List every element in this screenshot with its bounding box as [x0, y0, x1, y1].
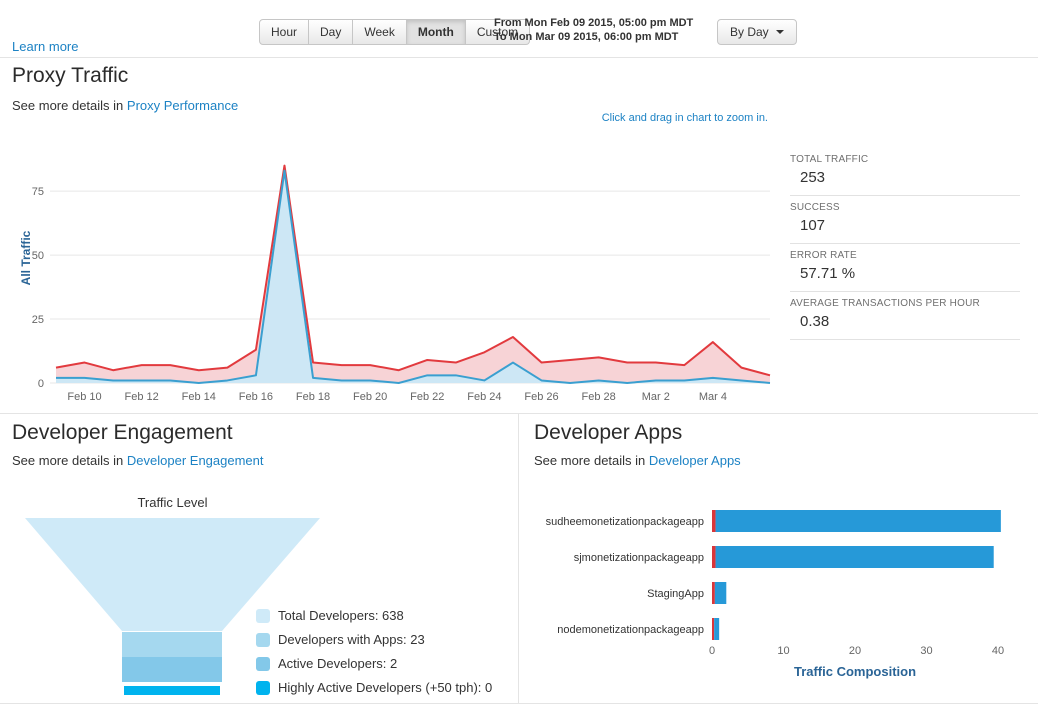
legend-item-developers-with-apps: Developers with Apps: 23: [256, 632, 492, 647]
developer-engagement-title: Developer Engagement: [12, 421, 233, 444]
svg-text:Feb 16: Feb 16: [239, 391, 273, 403]
stat-value: 253: [800, 169, 826, 186]
svg-text:Mar 2: Mar 2: [642, 391, 670, 403]
date-to: To Mon Mar 09 2015, 06:00 pm MDT: [494, 31, 679, 43]
range-button-day[interactable]: Day: [309, 19, 354, 45]
svg-text:Feb 28: Feb 28: [582, 391, 616, 403]
svg-text:Feb 14: Feb 14: [182, 391, 216, 403]
legend-swatch: [256, 608, 270, 623]
analytics-dashboard: Learn more Hour Day Week Month Custom Fr…: [0, 0, 1038, 717]
svg-text:Feb 18: Feb 18: [296, 391, 330, 403]
svg-text:Mar 4: Mar 4: [699, 391, 727, 403]
granularity-dropdown[interactable]: By Day: [717, 19, 797, 45]
legend-label: Developers with Apps: 23: [278, 632, 425, 647]
svg-text:All Traffic: All Traffic: [19, 230, 33, 285]
svg-text:Feb 10: Feb 10: [67, 391, 101, 403]
developer-apps-link[interactable]: Developer Apps: [649, 453, 741, 468]
subtitle-text: See more details in: [12, 98, 124, 113]
svg-text:Feb 22: Feb 22: [410, 391, 444, 403]
legend-swatch: [256, 656, 270, 671]
range-button-week[interactable]: Week: [353, 19, 407, 45]
subtitle-text: See more details in: [534, 453, 646, 468]
stat-value: 0.38: [800, 313, 830, 330]
date-range: From Mon Feb 09 2015, 05:00 pm MDT To Mo…: [494, 16, 693, 44]
svg-text:0: 0: [709, 645, 715, 657]
stat-error-rate: ERROR RATE 57.71 %: [790, 244, 1020, 292]
proxy-traffic-subtitle: See more details in Proxy Performance: [12, 98, 238, 113]
engagement-legend: Total Developers: 638 Developers with Ap…: [256, 608, 492, 704]
proxy-traffic-title: Proxy Traffic: [12, 64, 129, 87]
legend-item-active-developers: Active Developers: 2: [256, 656, 492, 671]
granularity-label: By Day: [730, 25, 769, 39]
stat-label: TOTAL TRAFFIC: [790, 154, 869, 165]
svg-text:Feb 12: Feb 12: [125, 391, 159, 403]
proxy-traffic-chart[interactable]: 0 25 50 75 Feb 10 Feb 12 Feb 14 Feb 16 Feb 18 Feb…: [0, 140, 780, 410]
divider: [0, 57, 1038, 58]
svg-text:30: 30: [920, 645, 932, 657]
stat-avg-tph: AVERAGE TRANSACTIONS PER HOUR 0.38: [790, 292, 1020, 340]
stat-value: 107: [800, 217, 826, 234]
learn-more-link[interactable]: Learn more: [12, 39, 78, 54]
svg-text:sjmonetizationpackageapp: sjmonetizationpackageapp: [574, 552, 704, 564]
legend-label: Highly Active Developers (+50 tph): 0: [278, 680, 493, 695]
svg-text:sudheemonetizationpackageapp: sudheemonetizationpackageapp: [546, 516, 704, 528]
developer-apps-title: Developer Apps: [534, 421, 683, 444]
svg-text:75: 75: [32, 186, 44, 198]
stat-label: AVERAGE TRANSACTIONS PER HOUR: [790, 298, 980, 309]
svg-text:50: 50: [32, 250, 44, 262]
legend-swatch: [256, 632, 270, 647]
stat-label: ERROR RATE: [790, 250, 857, 261]
developer-apps-chart: 0 10 20 30 40 sudheemonetizationpackageapp sjm…: [546, 510, 1004, 679]
date-from: From Mon Feb 09 2015, 05:00 pm MDT: [494, 17, 694, 29]
stat-label: SUCCESS: [790, 202, 840, 213]
stat-value: 57.71 %: [800, 265, 856, 282]
divider: [518, 413, 519, 703]
developer-engagement-subtitle: See more details in Developer Engagement: [12, 453, 264, 468]
svg-text:Traffic Composition: Traffic Composition: [794, 664, 916, 679]
svg-text:40: 40: [992, 645, 1004, 657]
divider: [0, 413, 1038, 414]
svg-text:25: 25: [32, 314, 44, 326]
range-button-month[interactable]: Month: [406, 19, 466, 45]
svg-text:Feb 24: Feb 24: [467, 391, 501, 403]
legend-label: Total Developers: 638: [278, 608, 404, 623]
developer-engagement-link[interactable]: Developer Engagement: [127, 453, 264, 468]
svg-text:nodemonetizationpackageapp: nodemonetizationpackageapp: [557, 624, 704, 636]
range-button-group: Hour Day Week Month Custom: [259, 19, 531, 45]
svg-text:Feb 26: Feb 26: [524, 391, 558, 403]
proxy-performance-link[interactable]: Proxy Performance: [127, 98, 238, 113]
svg-text:0: 0: [38, 378, 44, 390]
developer-apps-subtitle: See more details in Developer Apps: [534, 453, 741, 468]
legend-swatch: [256, 680, 270, 695]
caret-down-icon: [775, 30, 784, 34]
svg-text:20: 20: [849, 645, 861, 657]
stat-total-traffic: TOTAL TRAFFIC 253: [790, 148, 1020, 196]
svg-text:StagingApp: StagingApp: [647, 588, 704, 600]
zoom-hint: Click and drag in chart to zoom in.: [601, 112, 768, 124]
range-button-hour[interactable]: Hour: [259, 19, 310, 45]
legend-label: Active Developers: 2: [278, 656, 398, 671]
svg-text:Feb 20: Feb 20: [353, 391, 387, 403]
divider: [0, 703, 1038, 704]
svg-text:10: 10: [777, 645, 789, 657]
legend-item-total-developers: Total Developers: 638: [256, 608, 492, 623]
subtitle-text: See more details in: [12, 453, 124, 468]
legend-item-highly-active-developers: Highly Active Developers (+50 tph): 0: [256, 680, 492, 695]
traffic-stats-panel: TOTAL TRAFFIC 253 SUCCESS 107 ERROR RATE…: [790, 148, 1020, 340]
stat-success: SUCCESS 107: [790, 196, 1020, 244]
